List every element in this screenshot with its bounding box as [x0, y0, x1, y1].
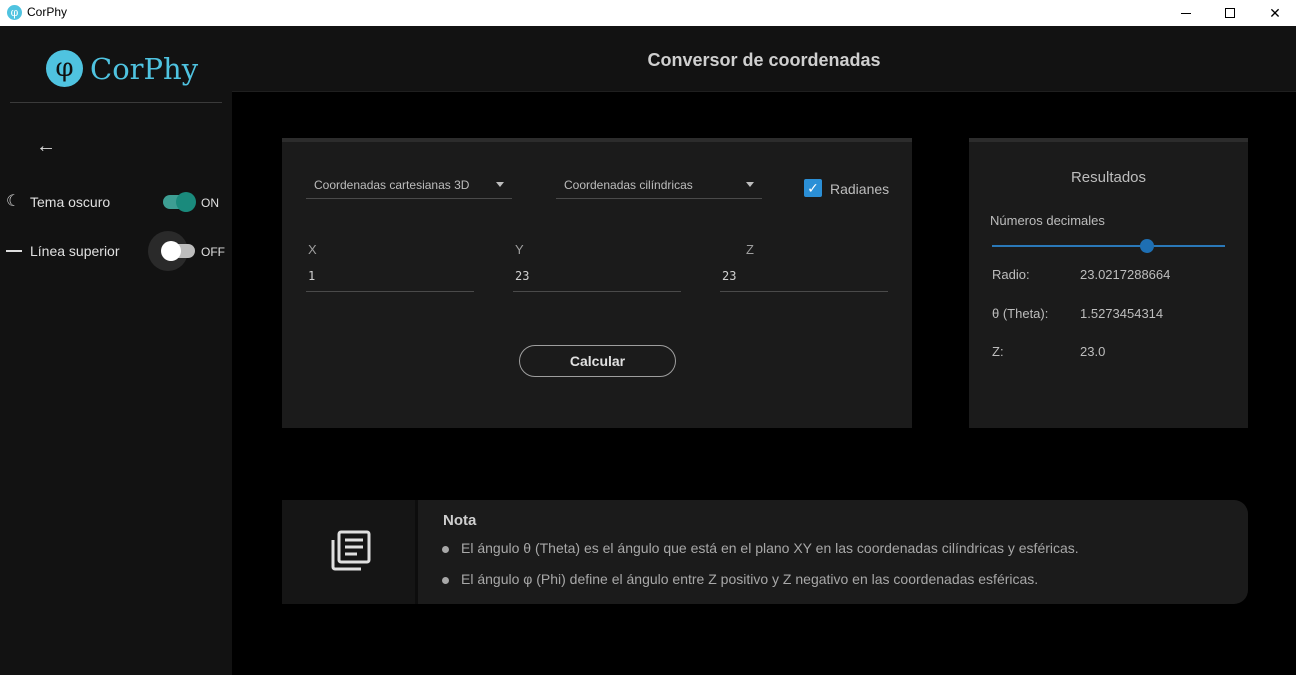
radians-checkbox[interactable]: ✓: [804, 179, 822, 197]
results-title: Resultados: [1070, 169, 1147, 186]
close-button[interactable]: ✕: [1252, 0, 1296, 26]
bullet-icon: [442, 577, 449, 584]
library-books-icon: [331, 530, 371, 571]
from-system-value: Coordenadas cartesianas 3D: [314, 178, 470, 192]
moon-icon: ☾: [6, 193, 21, 210]
decimals-slider-label: Números decimales: [990, 213, 1105, 228]
z-field-label: Z: [746, 242, 754, 257]
logo-text: CorPhy: [90, 51, 199, 86]
window-title: CorPhy: [27, 5, 68, 19]
back-arrow-icon[interactable]: ←: [36, 136, 56, 156]
from-system-select[interactable]: Coordenadas cartesianas 3D: [306, 172, 512, 199]
maximize-icon: [1225, 8, 1235, 18]
result-value: 23.0: [1080, 344, 1106, 359]
theme-label: Tema oscuro: [30, 194, 111, 210]
logo-icon: φ: [46, 50, 83, 87]
logo: φ CorPhy: [46, 50, 198, 87]
app-icon: φ: [7, 5, 22, 20]
x-field-value: 1: [308, 269, 316, 283]
header: Conversor de coordenadas: [232, 26, 1296, 92]
calculate-button[interactable]: Calcular: [519, 345, 676, 377]
result-key: Z:: [992, 344, 1004, 359]
decimals-slider-track[interactable]: [992, 245, 1225, 247]
result-value: 1.5273454314: [1080, 306, 1164, 321]
result-key: θ (Theta):: [992, 306, 1049, 321]
decimals-slider-handle[interactable]: [1140, 239, 1154, 253]
x-field[interactable]: X 1: [306, 238, 474, 292]
bullet-icon: [442, 546, 449, 553]
results-card: Resultados Números decimales Radio: 23.0…: [969, 138, 1248, 428]
note-text: El ángulo θ (Theta) es el ángulo que est…: [461, 540, 1079, 556]
radians-label: Radianes: [830, 181, 890, 197]
note-card: Nota El ángulo θ (Theta) es el ángulo qu…: [282, 500, 1248, 604]
to-system-value: Coordenadas cilíndricas: [564, 178, 693, 192]
result-value: 23.0217288664: [1080, 267, 1171, 282]
y-field-value: 23: [515, 269, 530, 283]
chevron-down-icon: [496, 182, 504, 187]
theme-setting-row: ☾ Tema oscuro ON: [0, 187, 232, 217]
toggle-knob: [161, 241, 181, 261]
chevron-down-icon: [746, 182, 754, 187]
maximize-button[interactable]: [1207, 0, 1253, 26]
y-field[interactable]: Y 23: [513, 238, 681, 292]
minimize-button[interactable]: [1163, 0, 1209, 26]
z-field-value: 23: [722, 269, 737, 283]
top-line-toggle[interactable]: [161, 241, 195, 261]
to-system-select[interactable]: Coordenadas cilíndricas: [556, 172, 762, 199]
z-field[interactable]: Z 23: [720, 238, 888, 292]
theme-toggle[interactable]: [163, 192, 196, 212]
title-bar: φ CorPhy ✕: [0, 0, 1296, 26]
y-field-label: Y: [515, 242, 524, 257]
theme-toggle-state: ON: [201, 196, 219, 210]
note-title: Nota: [443, 512, 477, 529]
top-line-toggle-state: OFF: [201, 245, 225, 259]
note-icon-box: [282, 500, 418, 604]
note-text: El ángulo φ (Phi) define el ángulo entre…: [461, 571, 1039, 587]
sidebar: φ CorPhy ← ☾ Tema oscuro ON Línea superi…: [0, 26, 232, 675]
dash-icon: [6, 250, 22, 252]
page-title: Conversor de coordenadas: [647, 50, 881, 70]
top-line-label: Línea superior: [30, 243, 120, 259]
x-field-label: X: [308, 242, 317, 257]
sidebar-divider: [10, 102, 222, 103]
result-key: Radio:: [992, 267, 1030, 282]
converter-card: Coordenadas cartesianas 3D Coordenadas c…: [282, 138, 912, 428]
top-line-setting-row: Línea superior OFF: [0, 231, 232, 271]
close-icon: ✕: [1269, 4, 1281, 21]
toggle-knob: [176, 192, 196, 212]
minimize-icon: [1181, 12, 1191, 14]
